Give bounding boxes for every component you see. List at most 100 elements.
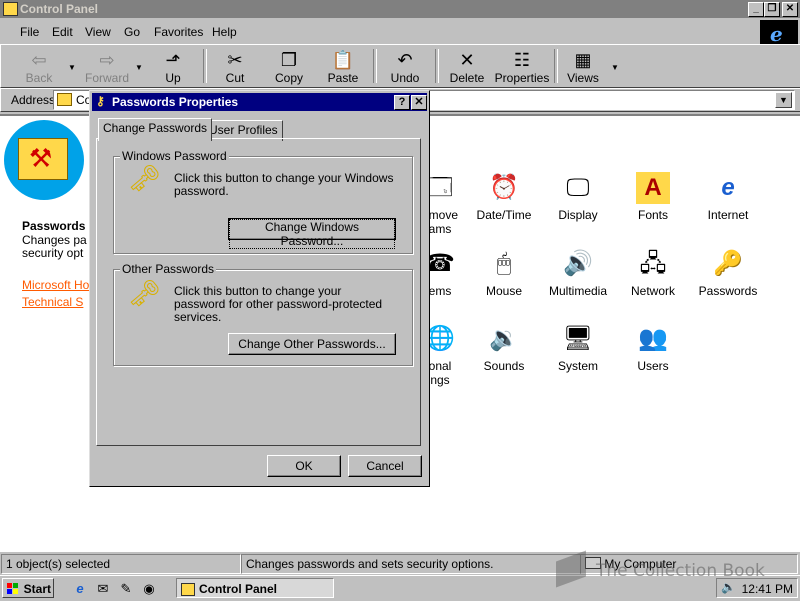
minimize-button[interactable]: _ [748, 2, 764, 17]
keys-icon: 🔑 [713, 250, 743, 277]
ie-logo-icon: e [760, 20, 798, 46]
address-dropdown-icon[interactable]: ▼ [775, 92, 792, 108]
selected-item-description: Changes pa security opt [22, 233, 87, 260]
back-button[interactable]: ⇦ Back [13, 49, 65, 87]
windows-flag-icon [7, 583, 19, 595]
monitor-icon: 🖵 [566, 174, 590, 201]
menu-favorites[interactable]: Favorites [154, 25, 203, 39]
other-passwords-text: Click this button to change your passwor… [174, 284, 383, 324]
menu-help[interactable]: Help [212, 25, 237, 39]
cancel-button[interactable]: Cancel [348, 455, 422, 477]
book-icon [556, 550, 586, 588]
dialog-title: Passwords Properties [112, 95, 239, 109]
windows-password-legend: Windows Password [120, 149, 229, 163]
passwords-properties-dialog: ⚷ Passwords Properties ? ✕ Change Passwo… [89, 90, 430, 487]
undo-button[interactable]: ↶ Undo [379, 49, 431, 87]
clock-icon: ⏰ [489, 174, 519, 201]
paste-button[interactable]: 📋 Paste [317, 49, 369, 87]
folder-icon: ⚒ [18, 138, 68, 180]
up-button[interactable]: ⬏ Up [147, 49, 199, 87]
window-title: Control Panel [20, 2, 99, 16]
undo-icon: ↶ [397, 50, 413, 70]
folder-icon [57, 93, 72, 106]
sound-icon: 🔉 [489, 325, 519, 352]
clipboard-icon: 📋 [331, 50, 355, 70]
start-button[interactable]: Start [2, 578, 54, 598]
delete-x-icon: ✕ [459, 50, 475, 70]
toolbar-separator [373, 49, 377, 83]
toolbar-separator [203, 49, 207, 83]
clock[interactable]: 12:41 PM [742, 582, 793, 596]
fonts-item[interactable]: A Fonts [613, 172, 693, 222]
technical-support-link[interactable]: Technical S [22, 295, 83, 309]
dialog-title-bar[interactable]: ⚷ Passwords Properties ? ✕ [92, 93, 427, 111]
users-item[interactable]: 👥 Users [613, 323, 693, 373]
close-button[interactable]: ✕ [782, 2, 798, 17]
hammer-icon: ⚒ [29, 143, 53, 173]
quicklaunch-channels-icon[interactable]: ◉ [141, 581, 157, 597]
volume-icon[interactable]: 🔈 [721, 580, 736, 594]
selected-item-title: Passwords [22, 219, 86, 233]
watermark: The Collection Book [556, 550, 765, 588]
display-item[interactable]: 🖵 Display [538, 172, 618, 222]
other-passwords-group: Other Passwords 🗝 Click this button to c… [113, 262, 413, 366]
speaker-icon: 🔊 [563, 250, 593, 277]
system-item[interactable]: 🖥 System [538, 323, 618, 373]
toolbar: ⇦ Back ▼ ⇨ Forward ▼ ⬏ Up ✂ Cut ❐ Copy 📋 Paste… [0, 44, 800, 88]
back-dropdown-icon[interactable]: ▼ [68, 63, 76, 72]
back-arrow-icon: ⇦ [31, 50, 47, 70]
properties-icon: ☷ [513, 50, 531, 70]
users-icon: 👥 [638, 325, 668, 352]
address-label: Address [11, 93, 56, 107]
internet-explorer-icon: e [721, 174, 735, 201]
computer-icon: 🖥 [562, 325, 594, 352]
windows-key-icon: 🗝 [128, 163, 162, 193]
window-title-bar[interactable]: Control Panel _ ❐ ✕ [0, 0, 800, 18]
internet-item[interactable]: e Internet [688, 172, 768, 222]
properties-button[interactable]: ☷ Properties [493, 49, 551, 87]
views-button[interactable]: ▦ Views [557, 49, 609, 87]
key-icon: ⚷ [96, 94, 105, 108]
menu-view[interactable]: View [85, 25, 111, 39]
network-item[interactable]: 🖧 Network [613, 248, 693, 298]
taskbar-control-panel-button[interactable]: Control Panel [176, 578, 334, 598]
menu-file[interactable]: File [20, 25, 39, 39]
ok-button[interactable]: OK [267, 455, 341, 477]
copy-button[interactable]: ❐ Copy [263, 49, 315, 87]
change-other-passwords-button[interactable]: Change Other Passwords... [228, 333, 396, 355]
menu-bar: File Edit View Go Favorites Help [0, 20, 800, 42]
windows-password-group: Windows Password 🗝 Click this button to … [113, 149, 413, 254]
other-keys-icon: 🗝 [128, 278, 162, 308]
forward-button[interactable]: ⇨ Forward [81, 49, 133, 87]
views-dropdown-icon[interactable]: ▼ [611, 63, 619, 72]
microsoft-home-link[interactable]: Microsoft Ho [22, 278, 89, 292]
other-passwords-legend: Other Passwords [120, 262, 217, 276]
delete-button[interactable]: ✕ Delete [441, 49, 493, 87]
dialog-close-button[interactable]: ✕ [411, 95, 427, 110]
network-icon: 🖧 [639, 250, 667, 277]
tab-change-passwords[interactable]: Change Passwords [98, 118, 213, 141]
menu-edit[interactable]: Edit [52, 25, 73, 39]
menu-go[interactable]: Go [124, 25, 140, 39]
mouse-item[interactable]: 🖱 Mouse [464, 248, 544, 298]
mouse-icon: 🖱 [496, 250, 512, 277]
copy-icon: ❐ [280, 50, 298, 70]
views-grid-icon: ▦ [574, 50, 592, 70]
status-description: Changes passwords and sets security opti… [241, 554, 581, 574]
restore-button[interactable]: ❐ [764, 2, 780, 17]
control-panel-icon [181, 583, 195, 596]
forward-dropdown-icon[interactable]: ▼ [135, 63, 143, 72]
up-folder-icon: ⬏ [165, 50, 181, 70]
quicklaunch-ie-icon[interactable]: e [72, 581, 88, 597]
quicklaunch-desktop-icon[interactable]: ✎ [118, 581, 134, 597]
help-button[interactable]: ? [394, 95, 410, 110]
change-windows-password-button[interactable]: Change Windows Password... [228, 218, 396, 249]
quicklaunch-outlook-icon[interactable]: ✉ [95, 581, 111, 597]
scissors-icon: ✂ [227, 50, 243, 70]
sounds-item[interactable]: 🔉 Sounds [464, 323, 544, 373]
datetime-item[interactable]: ⏰ Date/Time [464, 172, 544, 222]
passwords-item[interactable]: 🔑 Passwords [688, 248, 768, 298]
multimedia-item[interactable]: 🔊 Multimedia [538, 248, 618, 298]
control-panel-icon [3, 2, 18, 16]
cut-button[interactable]: ✂ Cut [209, 49, 261, 87]
